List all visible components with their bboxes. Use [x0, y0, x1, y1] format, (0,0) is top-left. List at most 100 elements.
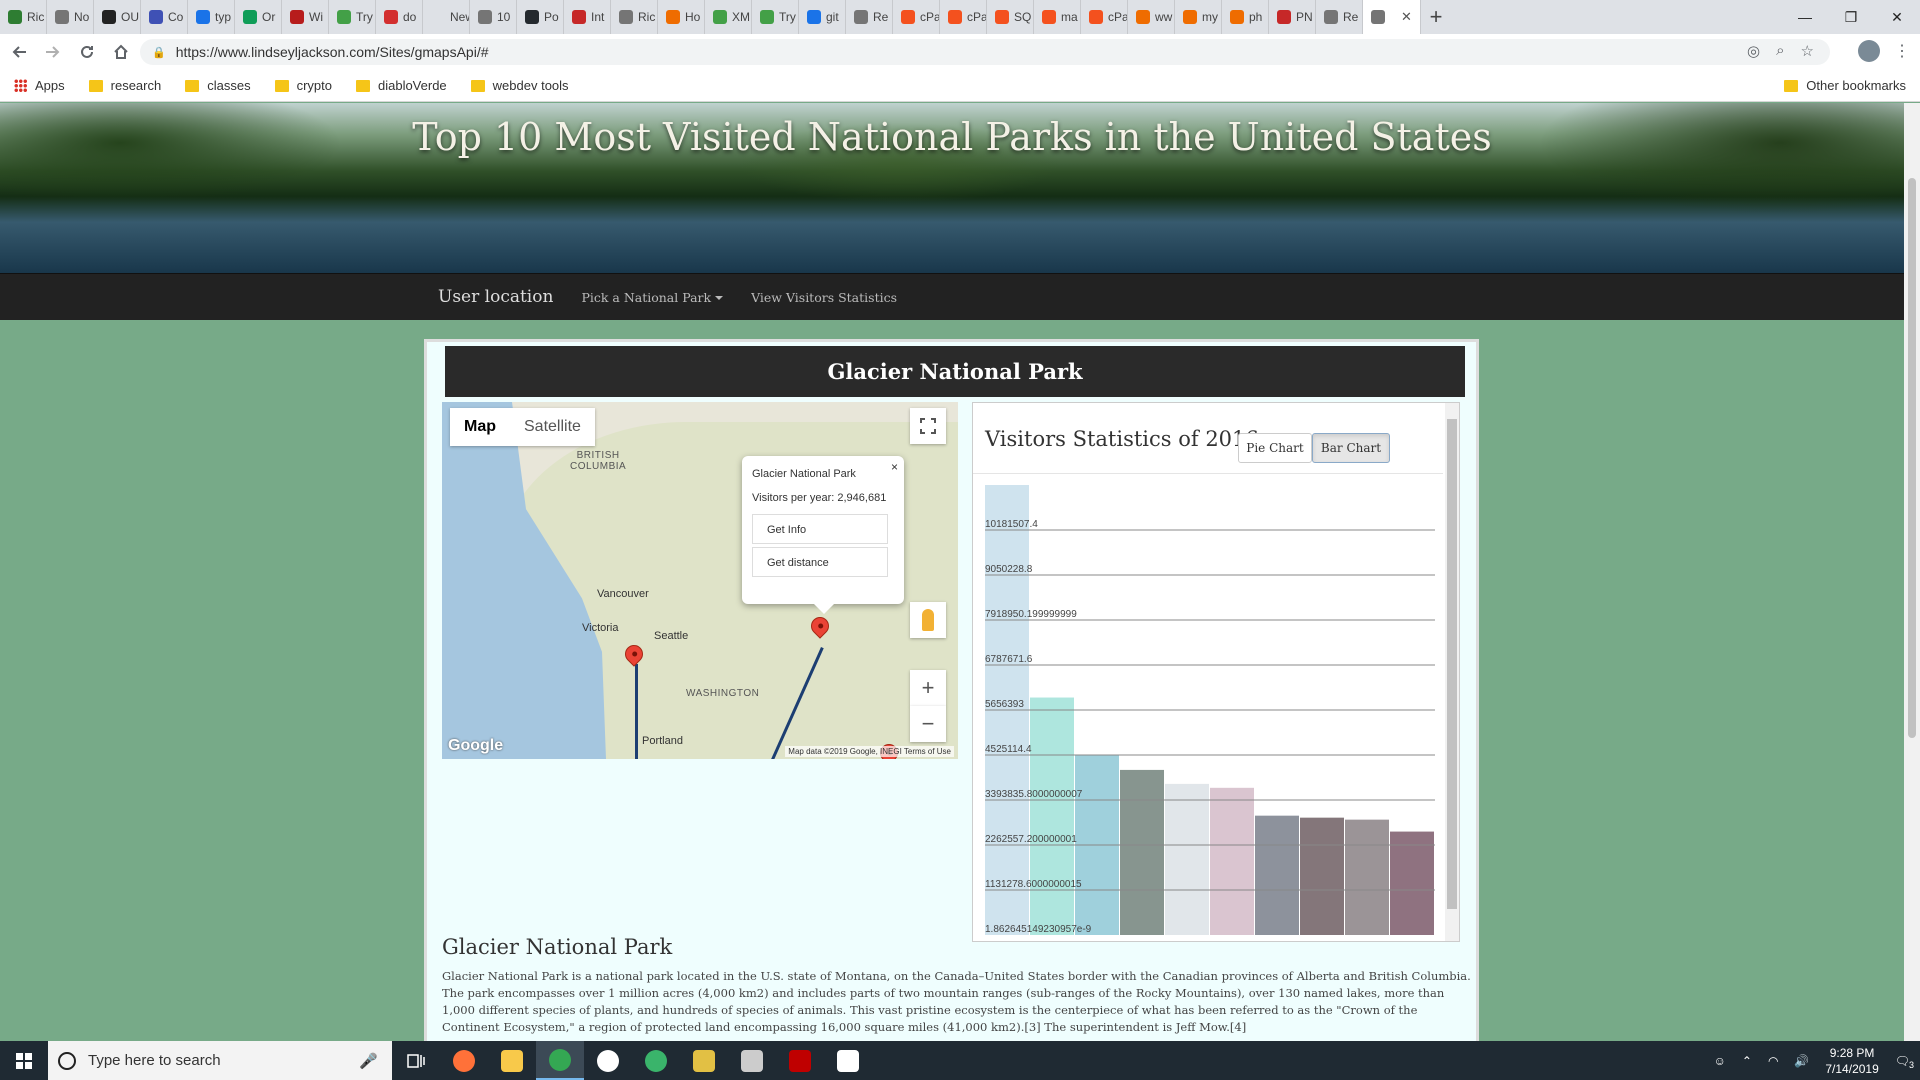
bookmark-research[interactable]: research	[88, 78, 161, 93]
google-map[interactable]: BRITISH COLUMBIA Vancouver Victoria Seat…	[442, 402, 958, 759]
bookmark-classes[interactable]: classes	[185, 78, 251, 93]
tab[interactable]: do	[376, 0, 423, 34]
bookmark-apps[interactable]: Apps	[14, 78, 65, 93]
reload-button[interactable]	[72, 37, 102, 67]
bar[interactable]	[1255, 815, 1299, 935]
tab[interactable]: ph	[1222, 0, 1269, 34]
page-scrollbar[interactable]	[1904, 103, 1920, 1041]
tab[interactable]: Co	[141, 0, 188, 34]
notification-icon[interactable]: 🗨 3	[1895, 1054, 1914, 1070]
close-icon[interactable]: ×	[891, 460, 898, 474]
map-type-map[interactable]: Map	[450, 408, 510, 446]
nav-pick-park[interactable]: Pick a National Park	[581, 290, 724, 305]
restore-button[interactable]: ❐	[1828, 0, 1874, 34]
close-tab-icon[interactable]: ✕	[1401, 9, 1412, 25]
close-window-button[interactable]: ✕	[1874, 0, 1920, 34]
map-attribution[interactable]: Map data ©2019 Google, INEGI Terms of Us…	[785, 746, 954, 757]
tab[interactable]: Po	[517, 0, 564, 34]
taskbar-search[interactable]: Type here to search 🎤	[48, 1041, 392, 1080]
home-button[interactable]	[106, 37, 136, 67]
bar[interactable]	[1120, 769, 1164, 935]
chevron-up-icon[interactable]: ⌃	[1742, 1054, 1752, 1068]
menu-icon[interactable]: ⋮	[1894, 41, 1910, 61]
bar[interactable]	[1390, 831, 1434, 935]
page-scrollbar-thumb[interactable]	[1908, 178, 1916, 738]
tab[interactable]: git	[799, 0, 846, 34]
tab[interactable]: Ric	[611, 0, 658, 34]
tab[interactable]: cPa	[940, 0, 987, 34]
map-type-satellite[interactable]: Satellite	[510, 408, 595, 446]
tab-active[interactable]: ✕	[1363, 0, 1421, 34]
get-info-button[interactable]: Get Info	[752, 514, 888, 544]
taskbar-app-firefox[interactable]	[440, 1041, 488, 1080]
minimize-button[interactable]: —	[1782, 0, 1828, 34]
tab[interactable]: Try	[329, 0, 376, 34]
nav-view-statistics[interactable]: View Visitors Statistics	[751, 290, 897, 305]
bar[interactable]	[1300, 817, 1344, 935]
stats-scrollbar[interactable]	[1445, 403, 1459, 941]
back-button[interactable]	[4, 37, 34, 67]
taskbar-app-app-circle[interactable]	[584, 1041, 632, 1080]
bookmark-crypto[interactable]: crypto	[274, 78, 332, 93]
tab[interactable]: New Ta	[423, 0, 470, 34]
microphone-icon[interactable]: 🎤	[359, 1052, 378, 1070]
nav-user-location[interactable]: User location	[438, 287, 553, 307]
tab[interactable]: Or	[235, 0, 282, 34]
taskbar-app-files[interactable]	[488, 1041, 536, 1080]
bar[interactable]	[1345, 819, 1389, 935]
other-bookmarks[interactable]: Other bookmarks	[1784, 78, 1906, 93]
get-distance-button[interactable]: Get distance	[752, 547, 888, 577]
tab[interactable]: my	[1175, 0, 1222, 34]
clock[interactable]: 9:28 PM 7/14/2019	[1825, 1045, 1878, 1077]
bar[interactable]	[1210, 787, 1254, 935]
address-bar[interactable]: 🔒 https://www.lindseyljackson.com/Sites/…	[140, 39, 1830, 65]
people-icon[interactable]: ☺	[1714, 1054, 1726, 1068]
tab[interactable]: cPa	[893, 0, 940, 34]
tab[interactable]: No	[47, 0, 94, 34]
profile-avatar[interactable]	[1858, 40, 1880, 62]
tab[interactable]: OU	[94, 0, 141, 34]
fullscreen-button[interactable]	[910, 408, 946, 444]
tab[interactable]: Try	[752, 0, 799, 34]
wifi-icon[interactable]: ◠	[1768, 1054, 1778, 1068]
tab[interactable]: Ho	[658, 0, 705, 34]
taskbar-app-app-pen[interactable]	[728, 1041, 776, 1080]
tab[interactable]: 10	[470, 0, 517, 34]
taskbar-app-photos[interactable]	[824, 1041, 872, 1080]
new-tab-button[interactable]: +	[1421, 0, 1451, 34]
zoom-in-button[interactable]: +	[910, 670, 946, 706]
tab[interactable]: Int	[564, 0, 611, 34]
tab[interactable]: PN	[1269, 0, 1316, 34]
street-view-button[interactable]	[910, 602, 946, 638]
star-icon[interactable]: ☆	[1801, 42, 1814, 60]
start-button[interactable]	[0, 1041, 48, 1080]
tab[interactable]: XM	[705, 0, 752, 34]
tab[interactable]: SQ	[987, 0, 1034, 34]
tab[interactable]: Re	[1316, 0, 1363, 34]
zoom-icon[interactable]: ⌕	[1776, 42, 1784, 60]
bookmark-diabloverde[interactable]: diabloVerde	[355, 78, 447, 93]
tab[interactable]: typ	[188, 0, 235, 34]
bar[interactable]	[1030, 697, 1074, 935]
taskbar-app-app-green[interactable]	[632, 1041, 680, 1080]
taskbar-app-filezilla[interactable]	[776, 1041, 824, 1080]
location-icon[interactable]: ◎	[1747, 42, 1760, 60]
bookmark-webdev-tools[interactable]: webdev tools	[470, 78, 569, 93]
stats-scrollbar-thumb[interactable]	[1447, 419, 1457, 909]
tab[interactable]: Wi	[282, 0, 329, 34]
tab[interactable]: cPa	[1081, 0, 1128, 34]
bar[interactable]	[1165, 783, 1209, 935]
tab[interactable]: Re	[846, 0, 893, 34]
bar-chart-button[interactable]: Bar Chart	[1312, 433, 1390, 463]
task-view-button[interactable]	[392, 1041, 440, 1080]
taskbar-app-app-diamond[interactable]	[680, 1041, 728, 1080]
volume-icon[interactable]: 🔊	[1794, 1054, 1809, 1068]
pie-chart-button[interactable]: Pie Chart	[1238, 433, 1312, 463]
forward-button[interactable]	[38, 37, 68, 67]
tab[interactable]: ww	[1128, 0, 1175, 34]
tab[interactable]: Ric	[0, 0, 47, 34]
zoom-out-button[interactable]: −	[910, 706, 946, 742]
taskbar-app-chrome[interactable]	[536, 1041, 584, 1080]
tab[interactable]: ma	[1034, 0, 1081, 34]
url-text[interactable]: https://www.lindseyljackson.com/Sites/gm…	[176, 44, 489, 60]
